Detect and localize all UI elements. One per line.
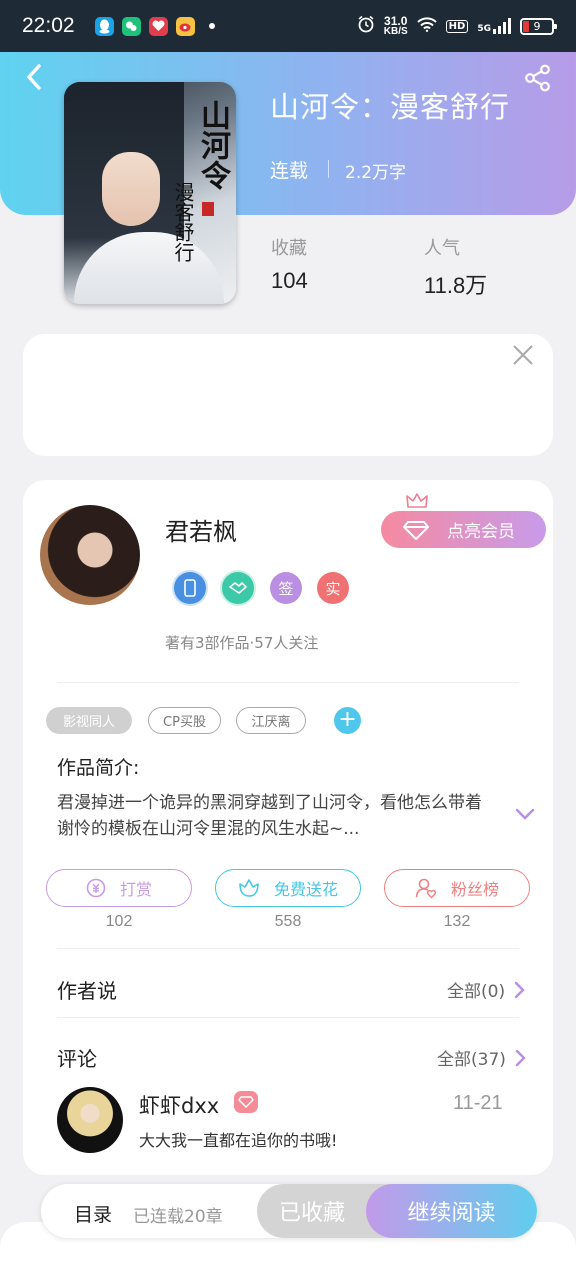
comments-all-link[interactable]: 全部(37) [437, 1045, 526, 1070]
heart-app-icon [148, 16, 168, 36]
signal-icon: 5G [477, 18, 511, 34]
intro-label: 作品简介: [57, 757, 140, 779]
ad-card [23, 334, 553, 456]
close-icon [513, 345, 533, 365]
divider [57, 682, 519, 683]
ad-close-button[interactable] [512, 344, 534, 366]
crown-icon [406, 492, 428, 510]
status-divider [328, 160, 329, 178]
chevron-right-icon [515, 1049, 526, 1066]
author-name[interactable]: 君若枫 [165, 512, 237, 547]
fan-count: 132 [443, 913, 471, 930]
divider [57, 948, 519, 949]
popularity-value: 11.8万 [424, 273, 488, 298]
share-button[interactable] [524, 64, 552, 92]
phone-badge-icon [174, 572, 206, 604]
diamond-icon [403, 520, 429, 540]
verified-badge-icon: 实 [317, 572, 349, 604]
tip-count: 102 [105, 913, 133, 930]
comment-user-name[interactable]: 虾虾dxx [139, 1090, 219, 1120]
status-bar: 22:02 31.0 KB/S HD 5G 9 [0, 0, 576, 52]
fan-ranking-button[interactable]: 粉丝榜 [384, 869, 530, 907]
tip-button[interactable]: 打赏 [46, 869, 192, 907]
activate-membership-button[interactable]: 点亮会员 [381, 511, 546, 548]
cover-subtitle: 漫客舒行 [171, 182, 195, 262]
popularity-label: 人气 [424, 238, 460, 259]
book-cover[interactable]: 山河令 漫客舒行 [64, 82, 236, 304]
author-says-all-link[interactable]: 全部(0) [447, 977, 525, 1002]
favorites-value: 104 [271, 268, 308, 293]
share-icon [525, 64, 550, 92]
add-tag-button[interactable]: + [334, 707, 361, 734]
back-button[interactable] [22, 62, 46, 92]
author-avatar[interactable] [40, 505, 140, 605]
word-count: 2.2万字 [345, 163, 407, 183]
chevron-down-icon [515, 808, 535, 820]
chapter-count[interactable]: 已连载20章 [133, 1202, 223, 1227]
vip-diamond-icon [234, 1091, 258, 1113]
book-status: 连载 [270, 160, 309, 182]
status-time: 22:02 [22, 14, 75, 37]
author-says-title: 作者说 [57, 979, 117, 1003]
qq-app-icon [94, 16, 114, 36]
divider [57, 1017, 519, 1018]
flower-icon [239, 879, 259, 897]
handshake-badge-icon [222, 572, 254, 604]
author-meta: 著有3部作品·57人关注 [165, 634, 319, 652]
cover-title: 山河令 [195, 100, 230, 190]
table-of-contents-button[interactable]: 目录 [74, 1200, 112, 1227]
wifi-icon [416, 16, 437, 36]
notification-dot [208, 23, 215, 29]
tag-item[interactable]: 影视同人 [46, 707, 132, 734]
chevron-right-icon [514, 981, 525, 998]
comment-text: 大大我一直都在追你的书哦! [139, 1131, 338, 1150]
user-heart-icon [415, 878, 437, 899]
comment-date: 11-21 [453, 1092, 503, 1114]
alarm-icon [357, 15, 375, 37]
cover-seal [202, 202, 214, 216]
back-arrow-icon [27, 64, 41, 90]
expand-intro-button[interactable] [514, 806, 536, 822]
weibo-app-icon [175, 16, 195, 36]
hd-badge: HD [445, 19, 469, 33]
wechat-app-icon [121, 16, 141, 36]
sign-badge-icon: 签 [270, 572, 302, 604]
send-flower-button[interactable]: 免费送花 [215, 869, 361, 907]
book-title: 山河令：漫客舒行 [270, 90, 511, 124]
bottom-action-bar: 目录 已连载20章 已收藏 继续阅读 [41, 1184, 537, 1238]
continue-reading-button[interactable]: 继续阅读 [366, 1184, 537, 1238]
flower-count: 558 [274, 913, 302, 930]
net-speed: 31.0 KB/S [383, 13, 408, 37]
tag-item[interactable]: 江厌离 [236, 707, 306, 734]
coin-icon [86, 878, 106, 898]
comment-user-avatar[interactable] [57, 1087, 123, 1153]
comments-title: 评论 [57, 1047, 97, 1071]
battery-indicator: 9 [520, 17, 557, 35]
tag-item[interactable]: CP买股 [148, 707, 221, 734]
intro-text: 君漫掉进一个诡异的黑洞穿越到了山河令，看他怎么带着谢怜的模板在山河令里混的风生水… [57, 793, 482, 839]
favorites-label: 收藏 [271, 238, 307, 259]
